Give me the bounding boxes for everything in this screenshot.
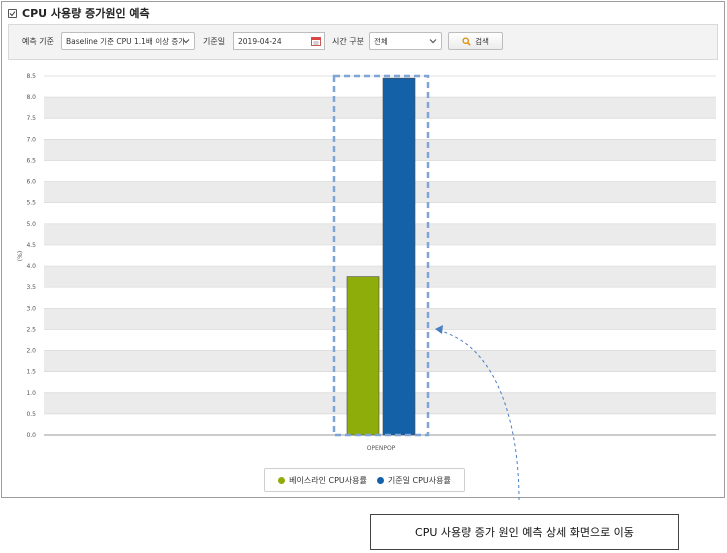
grid-band	[44, 392, 716, 414]
x-tick-label: OPENPOP	[367, 445, 396, 452]
legend-item-reference[interactable]: 기준일 CPU사용률	[376, 475, 451, 486]
callout-box: CPU 사용량 증가 원인 예측 상세 화면으로 이동	[370, 514, 679, 550]
bar-baseline[interactable]	[346, 276, 380, 436]
y-tick-label: 0.0	[26, 432, 36, 439]
grid-band	[44, 97, 716, 119]
y-tick-label: 3.0	[26, 305, 36, 312]
y-tick-label: 1.0	[26, 390, 36, 397]
y-tick-label: 4.5	[26, 242, 36, 249]
legend-label: 기준일 CPU사용률	[387, 475, 451, 485]
y-axis-ticks: 0.0 0.5 1.0 1.5 2.0 2.5 3.0 3.5 4.0 4.5 5.0 5.5 6.0 6…	[26, 73, 36, 439]
legend-label: 베이스라인 CPU사용률	[289, 475, 367, 485]
y-tick-label: 7.5	[26, 115, 36, 122]
y-tick-label: 1.5	[26, 369, 36, 376]
grid-band	[44, 181, 716, 203]
y-tick-label: 0.5	[26, 411, 36, 418]
y-tick-label: 4.0	[26, 263, 36, 270]
grid-band	[44, 223, 716, 245]
y-tick-label: 3.5	[26, 284, 36, 291]
legend-dot	[278, 476, 286, 484]
chart-bars	[346, 77, 416, 436]
y-tick-label: 6.0	[26, 179, 36, 186]
grid-band	[44, 139, 716, 161]
y-axis-label: (%)	[17, 251, 24, 261]
y-tick-label: 8.0	[26, 94, 36, 101]
chart-grid	[44, 75, 716, 436]
y-tick-label: 6.5	[26, 157, 36, 164]
y-tick-label: 7.0	[26, 136, 36, 143]
legend-dot	[376, 476, 384, 484]
y-tick-label: 5.0	[26, 221, 36, 228]
y-tick-label: 8.5	[26, 73, 36, 80]
chart-legend: 베이스라인 CPU사용률 기준일 CPU사용률	[264, 468, 465, 492]
legend-item-baseline[interactable]: 베이스라인 CPU사용률	[278, 475, 367, 486]
grid-band	[44, 308, 716, 330]
grid-band	[44, 350, 716, 372]
bar-reference[interactable]	[382, 77, 416, 436]
grid-band	[44, 266, 716, 288]
y-tick-label: 5.5	[26, 200, 36, 207]
y-tick-label: 2.5	[26, 326, 36, 333]
callout-text: CPU 사용량 증가 원인 예측 상세 화면으로 이동	[415, 526, 634, 539]
y-tick-label: 2.0	[26, 348, 36, 355]
